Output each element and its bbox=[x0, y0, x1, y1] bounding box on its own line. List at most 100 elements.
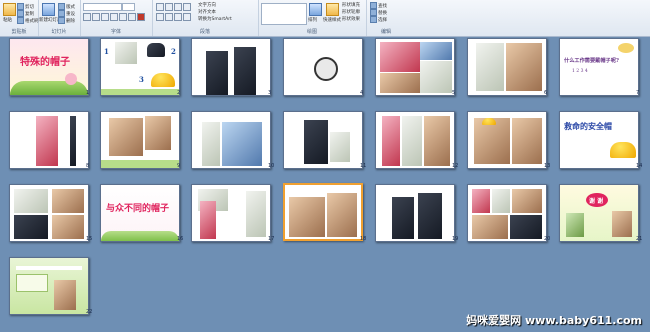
bullets-icon[interactable] bbox=[156, 3, 164, 11]
font-family-select[interactable] bbox=[83, 3, 122, 11]
select-button[interactable]: 选择 bbox=[370, 16, 387, 23]
slide-thumbnail[interactable] bbox=[375, 38, 455, 96]
char-spacing-icon[interactable] bbox=[128, 13, 136, 21]
align-right-icon[interactable] bbox=[174, 13, 182, 21]
reset-icon bbox=[58, 10, 65, 17]
numbering-icon[interactable] bbox=[165, 3, 173, 11]
slide-number: 4 bbox=[360, 90, 364, 96]
underline-icon[interactable] bbox=[101, 13, 109, 21]
slide-number: 21 bbox=[636, 236, 643, 242]
photo bbox=[382, 116, 400, 166]
slide-subtitle: 1 2 3 4 bbox=[572, 69, 588, 74]
cut-button[interactable]: 剪切 bbox=[17, 3, 34, 10]
photo bbox=[52, 215, 84, 239]
ribbon-group-clipboard: 粘贴 剪切 复制 格式刷 剪贴板 bbox=[0, 0, 39, 36]
line-spacing-icon[interactable] bbox=[183, 3, 191, 11]
arrange-icon[interactable] bbox=[309, 3, 322, 16]
arrange-button[interactable]: 排列 bbox=[308, 17, 317, 23]
slide-thumbnail[interactable] bbox=[191, 38, 271, 96]
slide-thumbnail[interactable]: 什么工作需要戴帽子呢? 1 2 3 4 bbox=[559, 38, 639, 96]
reset-button[interactable]: 重设 bbox=[58, 10, 75, 17]
smartart-button[interactable]: 转换为SmartArt bbox=[198, 16, 232, 22]
indent-icon[interactable] bbox=[174, 3, 182, 11]
shadow-icon[interactable] bbox=[119, 13, 127, 21]
slide-thumbnail[interactable] bbox=[375, 111, 455, 169]
layout-button[interactable]: 版式 bbox=[58, 3, 75, 10]
replace-button[interactable]: 替换 bbox=[370, 9, 387, 16]
slide-title: 救命的安全帽 bbox=[564, 121, 612, 131]
slide-thumbnail[interactable] bbox=[283, 111, 363, 169]
strikethrough-icon[interactable] bbox=[110, 13, 118, 21]
slide-thumbnail[interactable] bbox=[467, 111, 547, 169]
slide-thumbnail[interactable] bbox=[283, 38, 363, 96]
slide-thumbnail[interactable]: 谢 谢 bbox=[559, 184, 639, 242]
slide-number: 11 bbox=[360, 163, 367, 169]
shapes-gallery[interactable] bbox=[261, 3, 307, 25]
find-button[interactable]: 查找 bbox=[370, 2, 387, 9]
drawing-group-label: 绘图 bbox=[306, 29, 317, 35]
slide-thumbnail[interactable] bbox=[375, 184, 455, 242]
slide-thumbnail[interactable] bbox=[9, 111, 89, 169]
quick-styles-icon[interactable] bbox=[326, 3, 339, 16]
select-icon bbox=[370, 16, 377, 23]
text-box bbox=[16, 274, 48, 292]
photo bbox=[380, 42, 420, 72]
number-label: 2 bbox=[171, 47, 176, 56]
new-slide-icon[interactable] bbox=[42, 3, 55, 16]
slide-number: 9 bbox=[177, 163, 181, 169]
slide-number: 1 bbox=[86, 90, 90, 96]
font-size-select[interactable] bbox=[122, 3, 135, 11]
slide-thumbnail[interactable] bbox=[191, 111, 271, 169]
photo bbox=[200, 201, 216, 239]
police-photo bbox=[234, 47, 256, 95]
text-direction-button[interactable]: 文字方向 bbox=[198, 2, 216, 8]
align-text-button[interactable]: 对齐文本 bbox=[198, 9, 216, 15]
slide-number: 12 bbox=[452, 163, 459, 169]
shape-fill-button[interactable]: 形状填充 bbox=[342, 2, 360, 8]
slide-number: 18 bbox=[360, 236, 367, 242]
photo bbox=[115, 42, 137, 64]
paste-button[interactable]: 粘贴 bbox=[3, 17, 12, 23]
justify-icon[interactable] bbox=[183, 13, 191, 21]
shape-outline-button[interactable]: 形状轮廓 bbox=[342, 9, 360, 15]
photo bbox=[145, 116, 171, 150]
replace-icon bbox=[370, 9, 377, 16]
copy-button[interactable]: 复制 bbox=[17, 10, 34, 17]
police-photo bbox=[392, 197, 414, 239]
bold-icon[interactable] bbox=[83, 13, 91, 21]
slide-number: 2 bbox=[177, 90, 181, 96]
slide-sorter: 特殊的帽子 1 1 2 3 2 3 4 5 6 什么工作需要戴帽子呢? 1 2 … bbox=[0, 37, 650, 332]
italic-icon[interactable] bbox=[92, 13, 100, 21]
slide-thumbnail[interactable] bbox=[9, 257, 89, 315]
align-left-icon[interactable] bbox=[156, 13, 164, 21]
nurse-photo bbox=[246, 191, 266, 237]
ribbon-group-slides: 新建幻灯片 版式 重设 删除 幻灯片 bbox=[38, 0, 81, 36]
paste-icon[interactable] bbox=[3, 3, 16, 16]
format-painter-button[interactable]: 格式刷 bbox=[17, 17, 39, 24]
photo bbox=[330, 132, 350, 162]
delete-button[interactable]: 删除 bbox=[58, 17, 75, 24]
slide-thumbnail[interactable]: 与众不同的帽子 bbox=[100, 184, 180, 242]
slide-thumbnail[interactable] bbox=[191, 184, 271, 242]
slide-thumbnail[interactable] bbox=[467, 184, 547, 242]
quick-styles-button[interactable]: 快速样式 bbox=[323, 17, 341, 23]
kids-illustration bbox=[612, 211, 632, 237]
slide-thumbnail[interactable]: 1 2 3 bbox=[100, 38, 180, 96]
slide-thumbnail[interactable] bbox=[100, 111, 180, 169]
font-color-icon[interactable] bbox=[137, 13, 145, 21]
slide-thumbnail[interactable]: 救命的安全帽 bbox=[559, 111, 639, 169]
number-label: 1 bbox=[104, 47, 109, 56]
slide-thumbnail[interactable] bbox=[9, 184, 89, 242]
align-center-icon[interactable] bbox=[165, 13, 173, 21]
worker-photo bbox=[327, 193, 357, 237]
clipboard-group-label: 剪贴板 bbox=[11, 29, 27, 35]
shape-effects-button[interactable]: 形状效果 bbox=[342, 16, 360, 22]
photo bbox=[472, 215, 508, 239]
stewardess-photo bbox=[36, 116, 58, 166]
slide-thumbnail[interactable]: 特殊的帽子 bbox=[9, 38, 89, 96]
slide-thumbnail-selected[interactable] bbox=[283, 183, 363, 241]
slide-title: 与众不同的帽子 bbox=[106, 204, 170, 214]
nurse-photo bbox=[202, 122, 220, 166]
slide-thumbnail[interactable] bbox=[467, 38, 547, 96]
site-watermark: 妈咪爱婴网 www.baby611.com bbox=[466, 314, 642, 327]
